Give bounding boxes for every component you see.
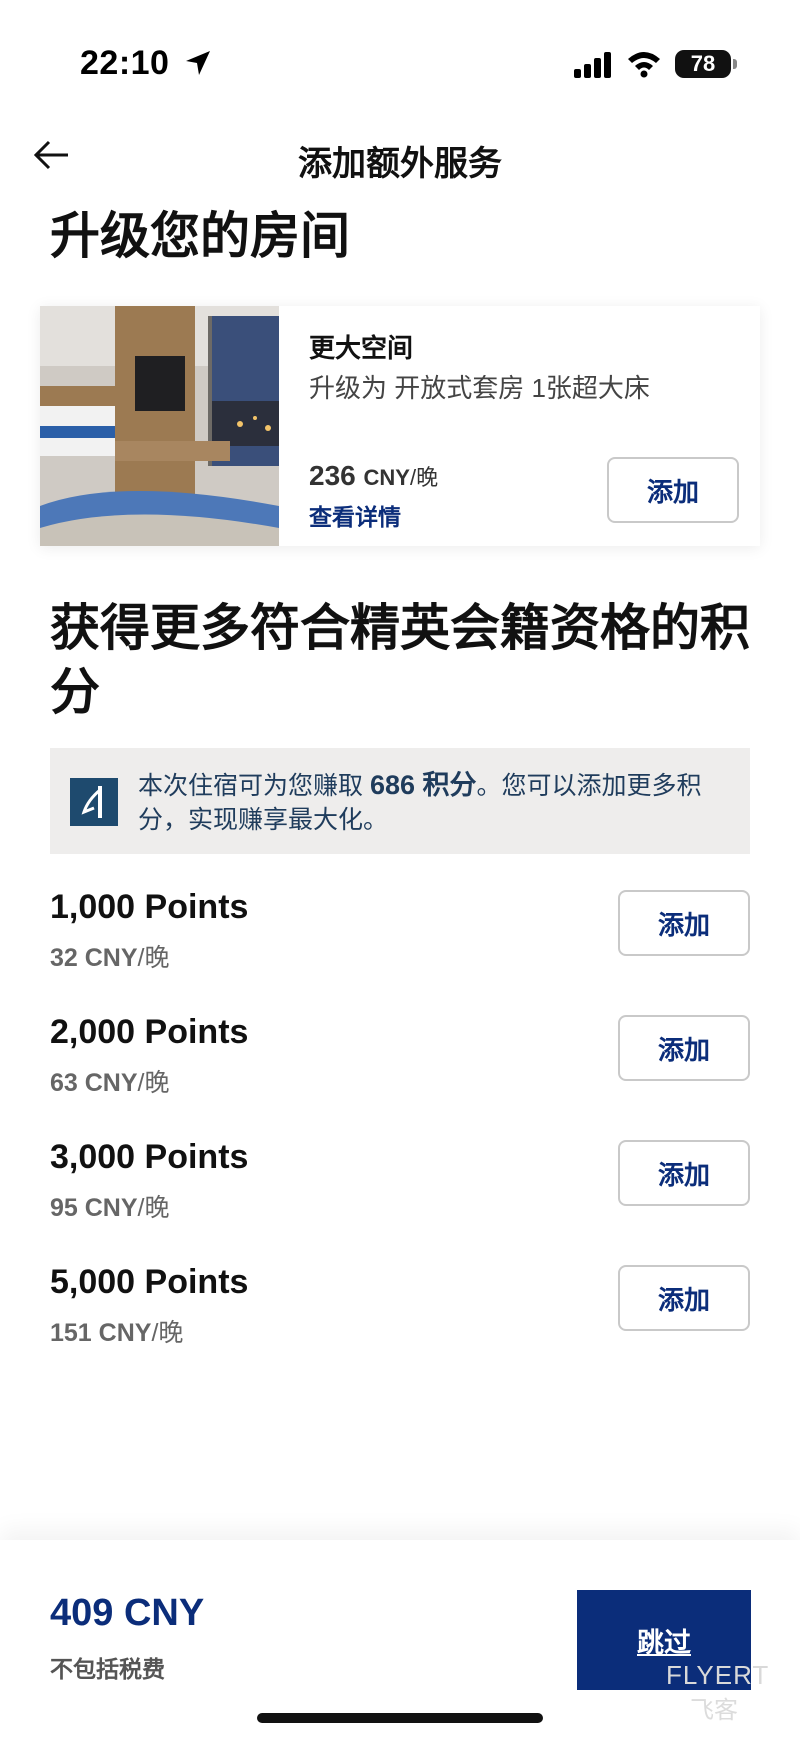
points-price-value: 32 CNY (50, 944, 138, 972)
footer-bar: 409 CNY 不包括税费 跳过 FLYERT 飞客 (0, 1540, 800, 1740)
points-option-price: 32 CNY/晚 (50, 938, 170, 974)
points-price-value: 63 CNY (50, 1069, 138, 1097)
upgrade-price-per-night: /晚 (409, 465, 439, 490)
upgrade-price-currency: CNY (363, 465, 410, 490)
battery-icon: 78 (675, 50, 737, 78)
points-info-box: 本次住宿可为您赚取 686 积分。您可以添加更多积分，实现赚享最大化。 (50, 748, 750, 854)
add-points-button[interactable]: 添加 (618, 1140, 750, 1206)
tax-note: 不包括税费 (50, 1656, 165, 1682)
page-title: 添加额外服务 (298, 145, 502, 183)
points-price-per-night: /晚 (137, 1194, 170, 1222)
total-price: 409 CNY (50, 1592, 205, 1634)
room-photo (40, 306, 279, 546)
status-time: 22:10 (80, 44, 170, 82)
watermark-logo-sub: 飞客 (690, 1697, 738, 1724)
points-option-row: 3,000 Points 95 CNY/晚 添加 (50, 1138, 750, 1238)
wifi-icon (628, 52, 660, 78)
points-info-text: 本次住宿可为您赚取 686 积分。您可以添加更多积分，实现赚享最大化。 (138, 768, 728, 837)
location-arrow-icon (186, 51, 210, 75)
earned-points: 686 积分 (369, 770, 477, 800)
points-option-title: 1,000 Points (50, 888, 249, 926)
room-upgrade-card: 更大空间 升级为 开放式套房 1张超大床 236 CNY/晚 查看详情 添加 (40, 306, 760, 546)
watermark-logo: FLYERT (666, 1660, 770, 1690)
points-price-value: 151 CNY (50, 1319, 152, 1347)
points-option-row: 5,000 Points 151 CNY/晚 添加 (50, 1263, 750, 1363)
add-points-button[interactable]: 添加 (618, 1015, 750, 1081)
upgrade-description: 升级为 开放式套房 1张超大床 (309, 373, 650, 403)
points-option-price: 151 CNY/晚 (50, 1313, 183, 1349)
upgrade-section-title: 升级您的房间 (50, 208, 350, 264)
points-price-value: 95 CNY (50, 1194, 138, 1222)
view-details-link[interactable]: 查看详情 (309, 498, 401, 532)
points-option-price: 63 CNY/晚 (50, 1063, 170, 1099)
points-option-title: 3,000 Points (50, 1138, 249, 1176)
upgrade-price: 236 CNY/晚 (309, 460, 438, 492)
points-option-price: 95 CNY/晚 (50, 1188, 170, 1224)
info-prefix: 本次住宿可为您赚取 (138, 772, 370, 800)
points-price-per-night: /晚 (137, 944, 170, 972)
add-points-button[interactable]: 添加 (618, 1265, 750, 1331)
points-option-row: 1,000 Points 32 CNY/晚 添加 (50, 888, 750, 988)
upgrade-price-value: 236 (309, 460, 356, 491)
add-upgrade-button[interactable]: 添加 (607, 457, 739, 523)
points-option-row: 2,000 Points 63 CNY/晚 添加 (50, 1013, 750, 1113)
points-option-title: 2,000 Points (50, 1013, 249, 1051)
status-bar: 22:10 78 (0, 0, 800, 130)
ihg-logo-icon (70, 778, 118, 826)
points-price-per-night: /晚 (151, 1319, 184, 1347)
add-points-button[interactable]: 添加 (618, 890, 750, 956)
upgrade-heading: 更大空间 (309, 333, 414, 363)
home-indicator[interactable] (257, 1713, 543, 1723)
points-section-title: 获得更多符合精英会籍资格的积分 (50, 600, 750, 720)
points-option-title: 5,000 Points (50, 1263, 249, 1301)
points-price-per-night: /晚 (137, 1069, 170, 1097)
cellular-signal-icon (574, 52, 611, 78)
